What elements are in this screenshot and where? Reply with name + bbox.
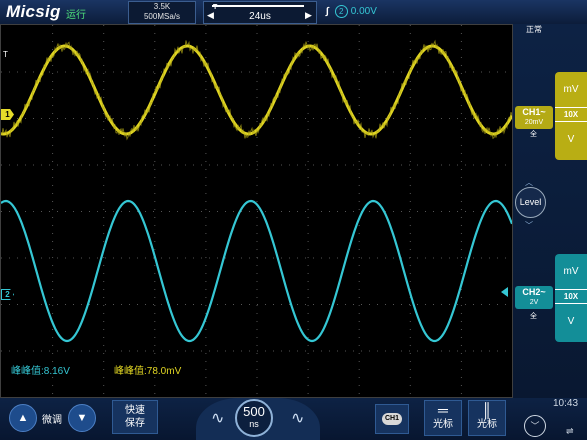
ch1-button[interactable]: CH1~ 20mV [515, 106, 553, 129]
ch1-unit-top: mV [563, 84, 579, 95]
brand-logo: Micsig [6, 2, 61, 21]
ch2-unit-bottom: V [567, 316, 575, 327]
ch1-coupling: 全 [530, 131, 537, 138]
ch1-name: CH1~ [522, 107, 546, 117]
triangle-up-icon: ▲ [17, 412, 29, 424]
timebase-knob-value: 500 [243, 404, 265, 419]
trigger-position-bar[interactable]: T [212, 4, 304, 11]
run-status[interactable]: 运行 [66, 6, 86, 21]
vertical-cursor-button[interactable]: ║ 光标 [468, 400, 506, 436]
sine-wave-icon[interactable]: ∿ [211, 408, 224, 428]
status-bar: Micsig 运行 3.5K 500MSa/s T ◀ 24us ▶ ∫ 2 0.0… [0, 0, 587, 25]
timebase-knob-area[interactable]: ∿ 500 ns ∿ [196, 398, 320, 440]
ch1-probe-ratio: 10X [555, 107, 587, 122]
fine-up-button[interactable]: ▲ [9, 404, 37, 432]
timebase-knob-unit: ns [249, 419, 259, 429]
memory-depth: 3.5K [153, 2, 171, 11]
level-down-icon[interactable]: ﹀ [525, 220, 533, 231]
ch2-scale: 2V [529, 299, 539, 306]
vertical-cursor-icon: ║ [482, 402, 492, 418]
ch1-peak-to-peak[interactable]: 峰峰值:78.0mV [114, 362, 181, 377]
chevron-down-icon[interactable]: ﹀ [524, 415, 546, 437]
horizontal-cursor-button[interactable]: ═ 光标 [424, 400, 462, 436]
quick-save-line2: 保存 [125, 418, 145, 429]
timebase-right-arrow-icon[interactable]: ▶ [305, 10, 312, 21]
ch2-name: CH2~ [522, 287, 546, 297]
trigger-level: 0.00V [350, 6, 377, 17]
sine-wave-icon[interactable]: ∿ [291, 408, 304, 428]
clock: 10:43 [553, 398, 579, 409]
timebase-knob[interactable]: 500 ns [235, 399, 273, 437]
ch1-unit-bottom: V [567, 134, 575, 145]
timebase-value: 24us [249, 11, 271, 22]
ch2-unit-top: mV [563, 266, 579, 277]
sample-rate: 500MSa/s [143, 12, 181, 21]
triangle-down-icon: ▼ [76, 412, 88, 424]
channel-select-label: CH1 [382, 413, 402, 425]
horizontal-cursor-label: 光标 [433, 419, 453, 430]
fine-down-button[interactable]: ▼ [68, 404, 96, 432]
ch2-probe-ratio: 10X [555, 289, 587, 304]
rising-edge-icon: ∫ [326, 6, 329, 17]
trigger-info[interactable]: ∫ 2 0.00V [326, 5, 377, 18]
channel-select-button[interactable]: CH1 [375, 404, 409, 434]
ch2-button[interactable]: CH2~ 2V [515, 286, 553, 309]
ch1-scale-strip[interactable]: mV 10X V [555, 72, 587, 160]
ch2-coupling: 全 [530, 313, 537, 320]
quick-save-button[interactable]: 快速 保存 [112, 400, 158, 434]
fine-adjust-label: 微调 [42, 415, 62, 426]
ch2-trace [1, 199, 512, 343]
acquisition-info[interactable]: 3.5K 500MSa/s [128, 1, 196, 24]
quick-save-line1: 快速 [125, 405, 145, 416]
ch2-scale-strip[interactable]: mV 10X V [555, 254, 587, 342]
horizontal-cursor-icon: ═ [438, 402, 448, 418]
ch2-peak-to-peak[interactable]: 峰峰值:8.16V [11, 362, 70, 377]
acquisition-mode[interactable]: 正常 [526, 24, 542, 35]
bottom-toolbar: ▲ 微调 ▼ 快速 保存 ∿ 500 ns ∿ CH1 ═ 光标 ║ 光标 10… [0, 398, 587, 440]
timebase-control[interactable]: T ◀ 24us ▶ [203, 1, 317, 24]
trigger-level-arrow-icon[interactable] [501, 287, 508, 297]
trigger-source: 2 [334, 5, 348, 18]
vertical-cursor-label: 光标 [477, 419, 497, 430]
right-panel: 正常 mV 10X V CH1~ 20mV 全 ︿ Level ﹀ mV 10X… [513, 24, 587, 398]
waveform-display[interactable]: T 1 2 峰峰值:8.16V 峰峰值:78.0mV [0, 24, 513, 398]
trigger-time-marker[interactable]: T [3, 50, 8, 59]
usb-icon: ⇌ [566, 426, 574, 436]
level-knob[interactable]: Level [515, 187, 546, 218]
waveform-canvas [1, 25, 512, 394]
ch1-scale: 20mV [524, 119, 544, 126]
